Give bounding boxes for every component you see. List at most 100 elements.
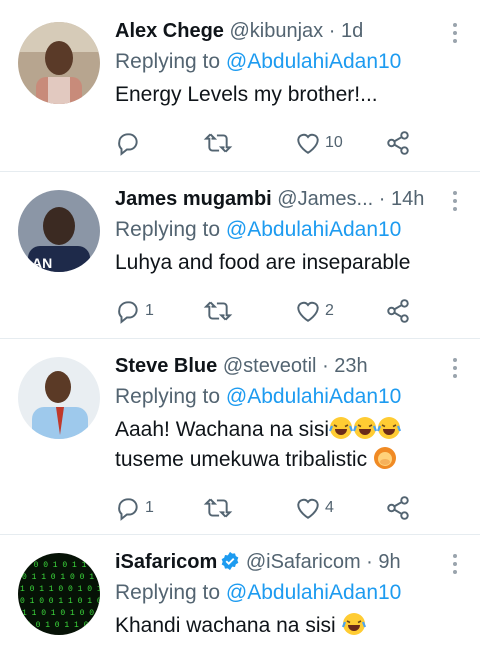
replying-to: Replying to @AbdulahiAdan10 <box>115 216 466 244</box>
replying-prefix: Replying to <box>115 581 221 604</box>
tweet-isafaricom[interactable]: 1 0 0 1 0 1 1 0 0 1 1 0 1 0 0 1 0 1 0 1 … <box>0 535 480 671</box>
like-icon <box>297 301 319 322</box>
tweet-header: Alex Chege @kibunjax · 1d <box>115 18 466 44</box>
tweet-body: Steve Blue @steveotil · 23h Replying to … <box>115 353 466 475</box>
verified-badge-icon <box>221 551 239 571</box>
reply-icon <box>118 498 138 521</box>
reply-button[interactable]: 1 <box>115 296 154 326</box>
replying-to: Replying to @AbdulahiAdan10 <box>115 579 466 607</box>
share-icon <box>387 496 409 520</box>
like-icon <box>297 498 319 519</box>
user-handle[interactable]: @kibunjax <box>230 20 324 42</box>
more-icon[interactable] <box>448 23 462 45</box>
share-icon <box>387 131 409 155</box>
timestamp[interactable]: 14h <box>391 188 424 210</box>
retweet-button[interactable] <box>203 296 233 326</box>
replying-to: Replying to @AbdulahiAdan10 <box>115 48 466 76</box>
tweet-header: James mugambi @James... · 14h <box>115 186 466 212</box>
tweet-james-mugambi[interactable]: AN James mugambi @James... · 14h Replyin… <box>0 172 480 339</box>
tweet-header: Steve Blue @steveotil · 23h <box>115 353 466 379</box>
reply-icon <box>118 133 138 156</box>
retweet-icon <box>203 133 233 153</box>
svg-text:0 1 0 0 1 1 0 1 0: 0 1 0 0 1 1 0 1 0 <box>20 597 100 606</box>
tweet-actions: 10 <box>115 128 415 158</box>
more-icon[interactable] <box>448 554 462 576</box>
separator: · <box>322 355 329 377</box>
like-icon <box>297 133 319 154</box>
avatar[interactable] <box>18 22 100 104</box>
tweet-body: James mugambi @James... · 14h Replying t… <box>115 186 466 278</box>
svg-text:0 1 1 0 1 0 0 1 0: 0 1 1 0 1 0 0 1 0 <box>22 573 100 582</box>
avatar[interactable]: AN <box>18 190 100 272</box>
reply-button[interactable] <box>115 128 141 158</box>
tweet-steve-blue[interactable]: Steve Blue @steveotil · 23h Replying to … <box>0 339 480 535</box>
like-count: 4 <box>325 499 334 516</box>
tweet-actions: 1 4 <box>115 493 415 523</box>
svg-text:1 0 1 1 0 0 1 0 1: 1 0 1 1 0 0 1 0 1 <box>20 585 100 594</box>
tweet-text-content: Khandi wachana na sisi <box>115 614 336 637</box>
share-button[interactable] <box>385 296 411 326</box>
svg-text:1 1 0 1 0 1 0 0 1: 1 1 0 1 0 1 0 0 1 <box>22 609 100 618</box>
reply-count: 1 <box>145 499 154 516</box>
timestamp[interactable]: 23h <box>334 355 367 377</box>
like-count: 10 <box>325 134 343 151</box>
avatar[interactable] <box>18 357 100 439</box>
timestamp[interactable]: 9h <box>378 551 400 573</box>
replying-to-link[interactable]: @AbdulahiAdan10 <box>226 581 401 604</box>
tweet-text: Energy Levels my brother!... <box>115 83 378 106</box>
tweet-body: iSafaricom @iSafaricom · 9h Replying to … <box>115 549 466 641</box>
display-name[interactable]: iSafaricom <box>115 551 217 573</box>
replying-to-link[interactable]: @AbdulahiAdan10 <box>226 218 401 241</box>
share-icon <box>387 299 409 323</box>
user-handle[interactable]: @steveotil <box>223 355 317 377</box>
share-button[interactable] <box>385 493 411 523</box>
tweet-header: iSafaricom @iSafaricom · 9h <box>115 549 466 575</box>
tweet-text: Khandi wachana na sisi <box>115 611 466 641</box>
reply-button[interactable]: 1 <box>115 493 154 523</box>
timestamp[interactable]: 1d <box>341 20 363 42</box>
like-button[interactable]: 10 <box>295 128 343 158</box>
more-icon[interactable] <box>448 191 462 213</box>
separator: · <box>366 551 373 573</box>
retweet-button[interactable] <box>203 128 233 158</box>
tweet-text: Luhya and food are inseparable <box>115 251 411 274</box>
replying-to: Replying to @AbdulahiAdan10 <box>115 383 466 411</box>
joy-emoji-icon <box>329 417 354 439</box>
replying-prefix: Replying to <box>115 385 221 408</box>
user-handle[interactable]: @iSafaricom <box>246 551 361 573</box>
replying-prefix: Replying to <box>115 218 221 241</box>
like-button[interactable]: 4 <box>295 493 334 523</box>
tweet-alex-chege[interactable]: Alex Chege @kibunjax · 1d Replying to @A… <box>0 0 480 172</box>
more-icon[interactable] <box>448 358 462 380</box>
joy-emoji-icon <box>341 613 366 635</box>
joy-emoji-icon <box>353 417 378 439</box>
user-handle[interactable]: @James... <box>277 188 373 210</box>
replying-to-link[interactable]: @AbdulahiAdan10 <box>226 50 401 73</box>
like-count: 2 <box>325 302 334 319</box>
retweet-button[interactable] <box>203 493 233 523</box>
retweet-icon <box>203 498 233 518</box>
separator: · <box>378 188 386 210</box>
like-button[interactable]: 2 <box>295 296 334 326</box>
display-name[interactable]: James mugambi <box>115 188 272 210</box>
reply-icon <box>118 301 138 324</box>
separator: · <box>328 20 336 42</box>
reply-count: 1 <box>145 302 154 319</box>
display-name[interactable]: Steve Blue <box>115 355 217 377</box>
tweet-text-line2: tuseme umekuwa tribalistic <box>115 448 368 471</box>
tweet-text: Aaah! Wachana na sisi tuseme umekuwa tri… <box>115 415 466 475</box>
svg-text:0 0 1 0 1 1 0 1: 0 0 1 0 1 1 0 1 <box>26 621 98 630</box>
share-button[interactable] <box>385 128 411 158</box>
display-name[interactable]: Alex Chege <box>115 20 224 42</box>
svg-text:AN: AN <box>32 255 52 271</box>
facepalm-emoji-icon <box>373 447 396 469</box>
avatar[interactable]: 1 0 0 1 0 1 1 0 0 1 1 0 1 0 0 1 0 1 0 1 … <box>18 553 100 635</box>
joy-emoji-icon <box>377 417 402 439</box>
tweet-actions: 1 2 <box>115 296 415 326</box>
retweet-icon <box>203 301 233 321</box>
svg-text:1 0 0 1 0 1 1 0: 1 0 0 1 0 1 1 0 <box>24 561 96 570</box>
replying-to-link[interactable]: @AbdulahiAdan10 <box>226 385 401 408</box>
tweet-body: Alex Chege @kibunjax · 1d Replying to @A… <box>115 18 466 110</box>
tweet-text-line1: Aaah! Wachana na sisi <box>115 418 330 441</box>
replying-prefix: Replying to <box>115 50 221 73</box>
